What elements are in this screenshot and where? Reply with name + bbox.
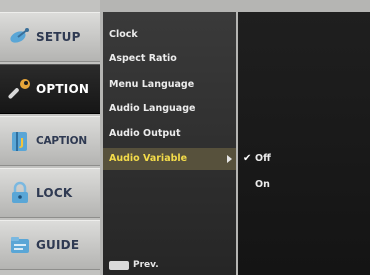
tab-option-label: OPTION: [36, 82, 90, 96]
menu-item-audio-language[interactable]: Audio Language: [103, 98, 236, 120]
guide-folder-icon: [11, 237, 29, 253]
tab-lock-label: LOCK: [36, 186, 73, 200]
menu-item-aspect-ratio[interactable]: Aspect Ratio: [103, 48, 236, 70]
svg-text:J: J: [19, 136, 24, 149]
satellite-dish-icon: [10, 28, 29, 43]
tab-guide[interactable]: GUIDE: [0, 220, 100, 270]
tab-option[interactable]: OPTION: [0, 64, 100, 114]
option-on-label: On: [255, 179, 270, 190]
prev-label: Prev.: [133, 260, 159, 270]
return-key-icon: [109, 260, 129, 270]
tab-lock[interactable]: LOCK: [0, 168, 100, 218]
option-on[interactable]: On: [238, 174, 370, 196]
option-menu-panel: Clock Aspect Ratio Menu Language Audio L…: [103, 12, 236, 275]
option-off-label: Off: [255, 153, 271, 164]
tab-caption[interactable]: J CAPTION: [0, 116, 100, 166]
menu-item-menu-language[interactable]: Menu Language: [103, 74, 236, 96]
wrench-icon: [8, 79, 30, 99]
menu-item-clock[interactable]: Clock: [103, 24, 236, 46]
menu-item-audio-variable[interactable]: Audio Variable: [103, 148, 236, 170]
tab-setup-label: SETUP: [36, 30, 81, 44]
tab-setup[interactable]: SETUP: [0, 12, 100, 62]
caption-book-icon: J: [12, 132, 27, 151]
tab-guide-label: GUIDE: [36, 238, 80, 252]
menu-item-audio-variable-label: Audio Variable: [109, 153, 188, 164]
menu-tab-sidebar: SETUP OPTION J CAPTION LOCK GUIDE: [0, 0, 100, 275]
padlock-icon: [12, 181, 28, 203]
audio-variable-options-panel: ✔ Off On: [238, 12, 370, 275]
prev-hint[interactable]: Prev.: [109, 260, 159, 270]
tab-caption-label: CAPTION: [36, 135, 87, 147]
checkmark-icon: ✔: [243, 153, 252, 164]
menu-item-audio-output[interactable]: Audio Output: [103, 123, 236, 145]
option-off[interactable]: ✔ Off: [238, 148, 370, 170]
submenu-arrow-icon: [227, 155, 232, 163]
